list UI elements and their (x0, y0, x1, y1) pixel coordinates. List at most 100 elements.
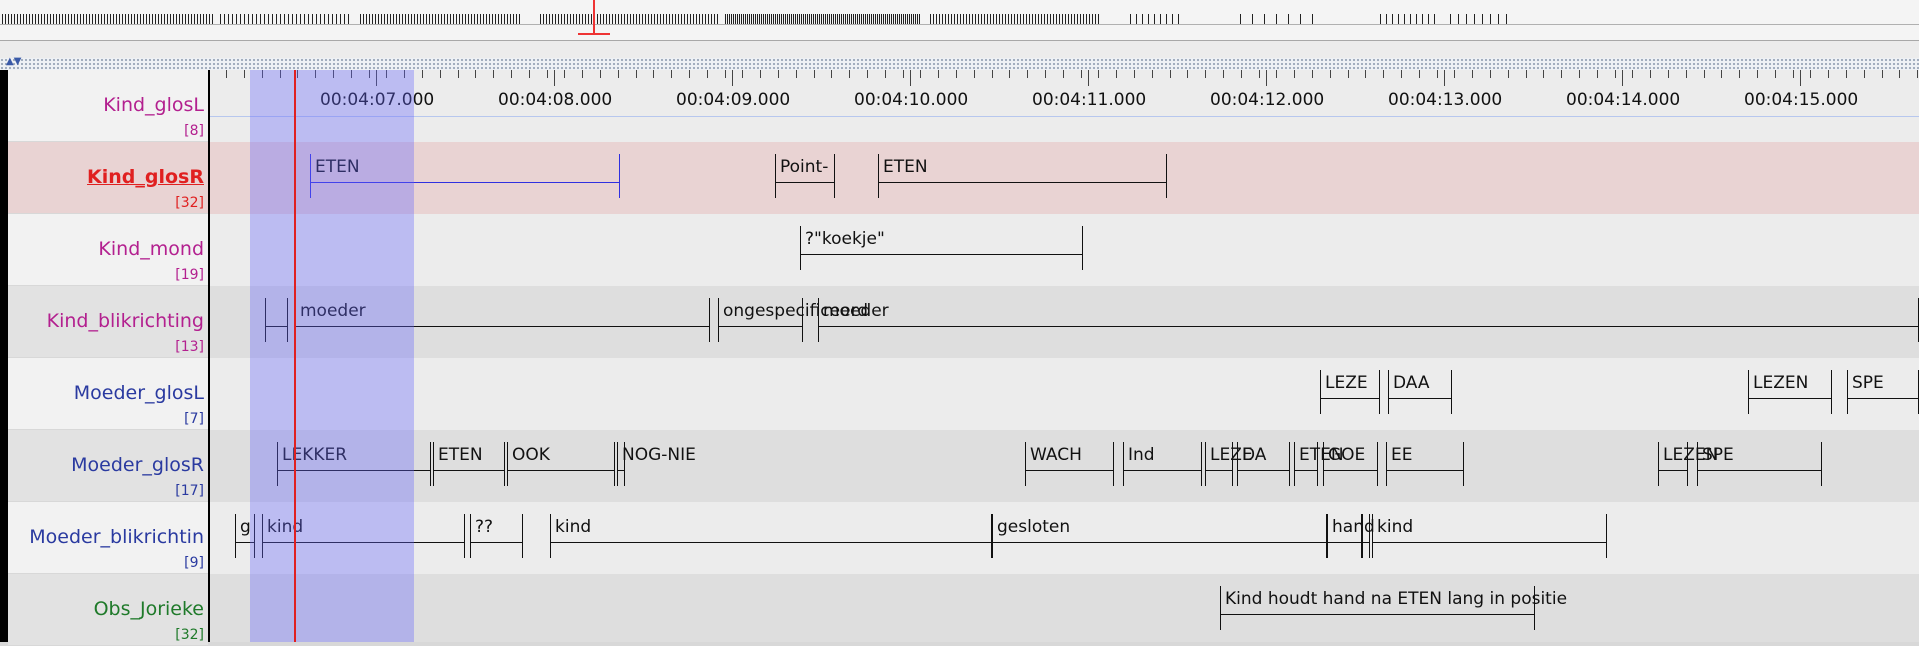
annotation[interactable]: ETEN (433, 430, 505, 494)
annotation-start-boundary[interactable] (1025, 442, 1026, 486)
annotation-start-boundary[interactable] (800, 226, 801, 270)
annotation-end-boundary[interactable] (1201, 442, 1202, 486)
annotation-start-boundary[interactable] (507, 442, 508, 486)
annotation[interactable]: kind (1372, 502, 1607, 566)
annotation-end-boundary[interactable] (614, 442, 615, 486)
annotation[interactable] (1362, 502, 1370, 566)
annotation-end-boundary[interactable] (522, 514, 523, 558)
annotation-end-boundary[interactable] (1289, 442, 1290, 486)
tier-label-kind-glosl[interactable]: Kind_glosL [8] (8, 70, 208, 142)
tier-row-kind-mond[interactable]: ?"koekje" (210, 214, 1919, 287)
tier-label-kind-glosr[interactable]: Kind_glosR [32] (8, 142, 208, 214)
annotation-end-boundary[interactable] (619, 154, 620, 198)
annotation-end-boundary[interactable] (1113, 442, 1114, 486)
annotation-start-boundary[interactable] (1748, 370, 1749, 414)
annotation[interactable]: gesloten (992, 502, 1327, 566)
annotation[interactable]: ETEN (878, 142, 1167, 206)
annotation-end-boundary[interactable] (1606, 514, 1607, 558)
annotation-start-boundary[interactable] (775, 154, 776, 198)
annotation-end-boundary[interactable] (1369, 514, 1370, 558)
annotation-start-boundary[interactable] (1658, 442, 1659, 486)
annotation[interactable]: ETEN (1294, 430, 1344, 494)
annotation-start-boundary[interactable] (1123, 442, 1124, 486)
annotation-start-boundary[interactable] (235, 514, 236, 558)
tier-row-moeder-glosl[interactable]: LEZE DAA LEZEN SPE (210, 358, 1919, 431)
annotation[interactable]: OOK (507, 430, 615, 494)
annotation-start-boundary[interactable] (617, 442, 618, 486)
tier-row-kind-glosl[interactable]: 00:04:07.000 00:04:08.000 00:04:09.000 00:0… (210, 70, 1919, 143)
annotation-end-boundary[interactable] (834, 154, 835, 198)
annotation-end-boundary[interactable] (1379, 370, 1380, 414)
annotation-start-boundary[interactable] (818, 298, 819, 342)
tier-label-kind-blikrichting[interactable]: Kind_blikrichting [13] (8, 286, 208, 358)
annotation[interactable]: ?? (470, 502, 523, 566)
annotation-start-boundary[interactable] (1320, 370, 1321, 414)
overview-timeline[interactable]: ▲▼ (0, 0, 1919, 70)
annotation[interactable]: LEZE (1205, 430, 1253, 494)
annotation-start-boundary[interactable] (1323, 442, 1324, 486)
annotation-start-boundary[interactable] (1205, 442, 1206, 486)
overview-tick (651, 14, 652, 24)
annotation-start-boundary[interactable] (470, 514, 471, 558)
annotation[interactable]: GOE (1323, 430, 1378, 494)
annotation[interactable]: moeder (818, 286, 1919, 350)
annotation-start-boundary[interactable] (1220, 586, 1221, 630)
tier-label-moeder-glosl[interactable]: Moeder_glosL [7] (8, 358, 208, 430)
annotation-start-boundary[interactable] (1847, 370, 1848, 414)
tier-row-moeder-glosr[interactable]: LEKKER ETEN OOK NOG-NIE WACH Ind LEZE DA ETEN GOE… (210, 430, 1919, 503)
collapse-arrows-icon[interactable]: ▲▼ (6, 57, 21, 67)
annotation-end-boundary[interactable] (430, 442, 431, 486)
annotation-start-boundary[interactable] (718, 298, 719, 342)
annotation-end-boundary[interactable] (1821, 442, 1822, 486)
tier-label-obs-jorieke[interactable]: Obs_Jorieke [32] (8, 574, 208, 646)
annotation[interactable]: hand (1327, 502, 1375, 566)
annotation[interactable]: Ind (1123, 430, 1202, 494)
annotation-end-boundary[interactable] (464, 514, 465, 558)
annotation-end-boundary[interactable] (1451, 370, 1452, 414)
annotation-start-boundary[interactable] (433, 442, 434, 486)
annotation[interactable]: kind (550, 502, 992, 566)
annotation-start-boundary[interactable] (1237, 442, 1238, 486)
annotation-end-boundary[interactable] (1463, 442, 1464, 486)
time-selection[interactable] (250, 70, 414, 642)
annotation-start-boundary[interactable] (1362, 514, 1363, 558)
tier-label-moeder-blikrichtin[interactable]: Moeder_blikrichtin [9] (8, 502, 208, 574)
annotation[interactable]: EE (1386, 430, 1464, 494)
annotation-start-boundary[interactable] (1327, 514, 1328, 558)
annotation[interactable]: NOG-NIE (617, 430, 696, 494)
annotation[interactable]: DAA (1388, 358, 1452, 422)
annotation[interactable]: DA (1237, 430, 1290, 494)
annotation-end-boundary[interactable] (709, 298, 710, 342)
annotation-start-boundary[interactable] (1294, 442, 1295, 486)
annotation[interactable]: ongespecificeerd (718, 286, 868, 350)
annotation-start-boundary[interactable] (1386, 442, 1387, 486)
tier-row-moeder-blikrichtin[interactable]: g kind?? kind gesloten hand kind (210, 502, 1919, 575)
annotation-start-boundary[interactable] (992, 514, 993, 558)
annotation[interactable]: LEZEN (1658, 430, 1718, 494)
annotation-end-boundary[interactable] (1166, 154, 1167, 198)
annotation-end-boundary[interactable] (1082, 226, 1083, 270)
annotation-start-boundary[interactable] (1372, 514, 1373, 558)
annotation[interactable]: ?"koekje" (800, 214, 1083, 278)
annotation-end-boundary[interactable] (1831, 370, 1832, 414)
annotation[interactable]: LEZEN (1748, 358, 1832, 422)
tier-row-obs-jorieke[interactable]: Kind houdt hand na ETEN lang in positie (210, 574, 1919, 642)
tier-label-moeder-glosr[interactable]: Moeder_glosR [17] (8, 430, 208, 502)
annotation-end-boundary[interactable] (504, 442, 505, 486)
annotation-start-boundary[interactable] (1697, 442, 1698, 486)
annotation[interactable]: WACH (1025, 430, 1114, 494)
tier-label-kind-mond[interactable]: Kind_mond [19] (8, 214, 208, 286)
annotation[interactable]: Kind houdt hand na ETEN lang in positie (1220, 574, 1567, 638)
annotation[interactable]: LEZE (1320, 358, 1380, 422)
annotation-start-boundary[interactable] (878, 154, 879, 198)
tier-row-kind-blikrichting[interactable]: moeder ongespecificeerd moeder (210, 286, 1919, 359)
timeline-scrollbar[interactable] (0, 0, 1919, 41)
annotation-start-boundary[interactable] (1388, 370, 1389, 414)
annotation[interactable]: Point- (775, 142, 835, 206)
annotation[interactable]: SPE (1847, 358, 1919, 422)
annotation[interactable]: SPE (1697, 430, 1822, 494)
annotation-start-boundary[interactable] (550, 514, 551, 558)
tier-row-kind-glosr[interactable]: ETEN Point- ETEN (210, 142, 1919, 215)
annotation-end-boundary[interactable] (1377, 442, 1378, 486)
playhead-crosshair[interactable] (294, 70, 296, 642)
